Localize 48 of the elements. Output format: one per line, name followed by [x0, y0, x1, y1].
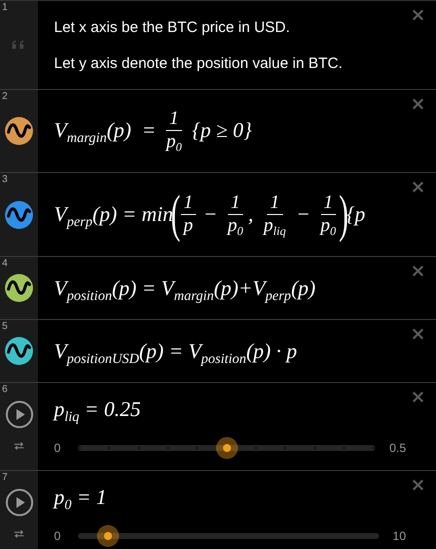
close-icon[interactable]	[410, 7, 426, 23]
math-text: p$_{liq}$ = 0.25	[54, 397, 141, 422]
line-number: 7	[2, 472, 8, 483]
note-text: Let y axis denote the position value in BTC.	[54, 54, 344, 74]
slider-min: 0	[54, 529, 62, 543]
line-number: 3	[2, 174, 8, 185]
close-icon[interactable]	[410, 96, 426, 112]
math-text: ,	[248, 202, 254, 227]
slider-thumb[interactable]	[216, 437, 238, 459]
graph-style-icon[interactable]	[5, 117, 33, 145]
slider-min: 0	[54, 441, 62, 455]
play-button[interactable]	[4, 400, 34, 429]
slider-thumb[interactable]	[97, 525, 120, 547]
math-text: −	[295, 202, 312, 227]
math-text: V$_{margin}$(p) =	[54, 118, 157, 144]
line-number: 2	[2, 91, 8, 102]
close-icon[interactable]	[410, 389, 426, 405]
slider-track[interactable]	[78, 524, 379, 548]
fraction: 1 p$_{0}$	[164, 108, 183, 154]
math-text: {p ≥ 0}	[190, 118, 252, 144]
line-number: 6	[2, 384, 8, 395]
graph-style-icon[interactable]	[5, 200, 33, 228]
graph-style-icon[interactable]	[5, 337, 33, 365]
slider-max: 10	[392, 529, 406, 543]
math-text: V$_{position}$(p) = V$_{margin}$(p)+V$_{perp}$(p)	[54, 276, 316, 300]
line-number: 5	[2, 321, 8, 332]
math-text: V$_{perp}$(p) = min	[54, 202, 174, 227]
math-text: p$_{0}$ = 1	[54, 485, 107, 510]
close-icon[interactable]	[410, 179, 426, 195]
slider-track[interactable]	[78, 436, 376, 460]
close-icon[interactable]	[410, 326, 426, 342]
fraction: 1 p$_{0}$	[226, 192, 244, 238]
slider-max: 0.5	[389, 441, 406, 455]
close-icon[interactable]	[410, 477, 426, 493]
math-text: {p	[346, 202, 366, 226]
line-number: 1	[2, 2, 8, 13]
math-text: V$_{positionUSD}$(p) = V$_{position}$(p) · p	[54, 338, 298, 364]
math-text: −	[202, 202, 218, 227]
fraction: 1 p$_{0}$	[318, 192, 338, 238]
bracket: (	[171, 188, 181, 240]
fraction: 1 p	[180, 192, 196, 238]
fraction: 1 p$_{liq}$	[262, 192, 287, 238]
note-text: Let x axis be the BTC price in USD.	[54, 18, 291, 38]
line-number: 4	[2, 258, 8, 269]
bracket: )	[338, 188, 348, 240]
graph-style-icon[interactable]	[5, 274, 33, 302]
close-icon[interactable]	[410, 263, 426, 279]
play-button[interactable]	[4, 488, 34, 517]
